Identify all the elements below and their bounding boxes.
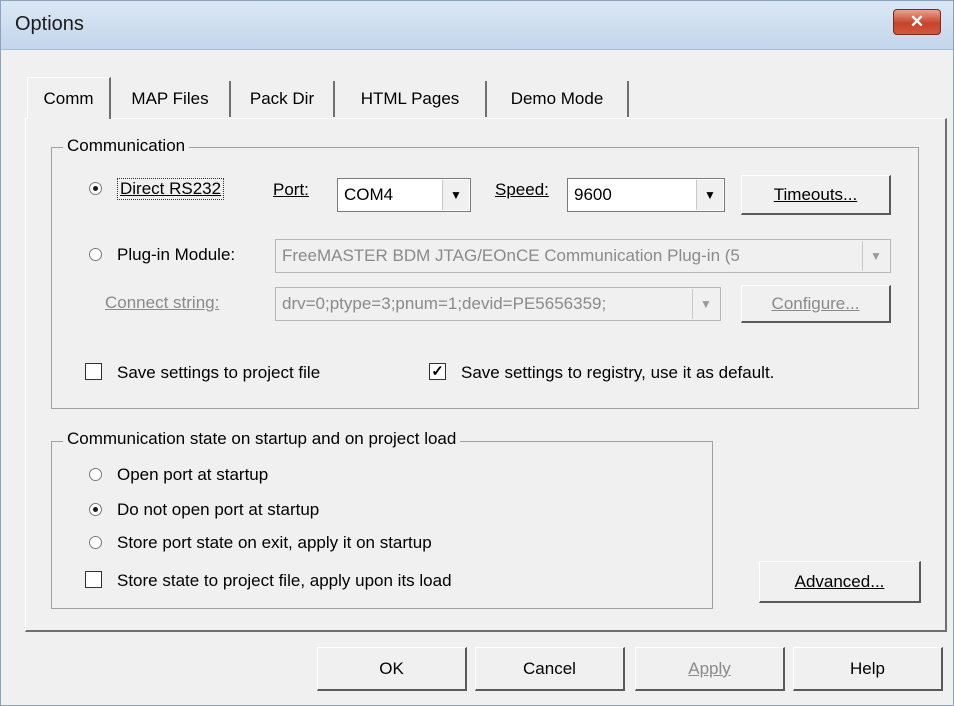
open-port-label[interactable]: Open port at startup [117,465,268,485]
apply-button[interactable]: Apply [635,647,785,691]
communication-group-label: Communication [63,136,190,156]
connect-string-combo[interactable]: drv=0;ptype=3;pnum=1;devid=PE5656359; ▼ [275,287,721,321]
chevron-down-icon[interactable]: ▼ [862,241,889,271]
store-state-checkbox[interactable] [85,571,102,588]
save-project-checkbox[interactable] [85,363,102,380]
window-title: Options [15,13,84,35]
tab-html-pages[interactable]: HTML Pages [335,81,487,117]
tab-demo-mode[interactable]: Demo Mode [487,81,629,117]
save-registry-label[interactable]: Save settings to registry, use it as def… [461,363,774,383]
chevron-down-icon[interactable]: ▼ [696,180,723,210]
close-button[interactable]: ✕ [893,9,941,35]
save-project-label[interactable]: Save settings to project file [117,363,320,383]
store-port-state-radio[interactable] [89,536,102,549]
direct-rs232-label[interactable]: Direct RS232 [117,178,225,200]
plugin-module-radio[interactable] [89,248,102,261]
advanced-button[interactable]: Advanced... [759,561,921,603]
speed-combo[interactable]: 9600 ▼ [567,178,725,212]
do-not-open-port-label[interactable]: Do not open port at startup [117,500,319,520]
help-button[interactable]: Help [793,647,943,691]
cancel-button[interactable]: Cancel [475,647,625,691]
direct-rs232-radio[interactable] [89,182,102,195]
ok-button[interactable]: OK [317,647,467,691]
open-port-radio[interactable] [89,468,102,481]
tab-pack-dir[interactable]: Pack Dir [231,81,335,117]
tab-map-files[interactable]: MAP Files [111,81,231,117]
port-label: Port: [273,180,309,199]
startup-group-label: Communication state on startup and on pr… [63,429,461,449]
title-bar[interactable]: Options ✕ [1,1,953,50]
options-dialog: Options ✕ Comm MAP Files Pack Dir HTML P… [0,0,954,706]
save-registry-checkbox[interactable]: ✓ [429,363,446,380]
chevron-down-icon[interactable]: ▼ [692,289,719,319]
store-state-label[interactable]: Store state to project file, apply upon … [117,571,452,591]
timeouts-button[interactable]: Timeouts... [741,175,891,215]
tab-comm[interactable]: Comm [27,77,111,119]
close-icon: ✕ [909,12,925,31]
connect-string-label: Connect string: [105,293,220,312]
check-icon: ✓ [431,363,444,380]
plugin-module-label[interactable]: Plug-in Module: [117,245,235,265]
chevron-down-icon[interactable]: ▼ [442,180,469,210]
configure-button[interactable]: Configure... [741,285,891,323]
store-port-state-label[interactable]: Store port state on exit, apply it on st… [117,533,432,553]
port-combo[interactable]: COM4 ▼ [337,178,471,212]
speed-label: Speed: [495,180,549,199]
plugin-module-combo[interactable]: FreeMASTER BDM JTAG/EOnCE Communication … [275,239,891,273]
do-not-open-port-radio[interactable] [89,503,102,516]
